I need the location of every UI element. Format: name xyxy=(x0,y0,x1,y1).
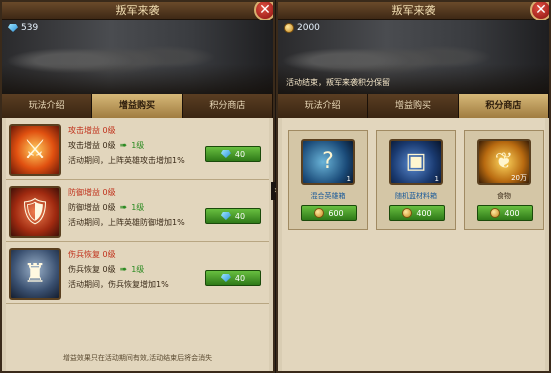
tab-boost-purchase[interactable]: 增益购买 xyxy=(368,94,459,118)
item-quantity: 20万 xyxy=(511,174,527,182)
close-button[interactable]: ✕ xyxy=(530,2,549,21)
arrow-right-icon: ➠ xyxy=(119,264,128,275)
boost-upgrade-line: 防御增益 0级 ➠ 1级 xyxy=(68,202,144,213)
tab-bar: 玩法介绍 增益购买 积分商店 xyxy=(2,94,273,118)
exchange-button[interactable]: 600 xyxy=(301,205,357,221)
boost-upgrade-line: 攻击增益 0级 ➠ 1级 xyxy=(68,140,144,151)
sword-icon: ⚔ xyxy=(9,124,61,176)
close-icon: ✕ xyxy=(259,2,271,18)
wheat-icon: ❦ 20万 xyxy=(477,139,531,185)
buy-button[interactable]: 40 xyxy=(205,208,261,224)
coin-icon xyxy=(402,208,413,218)
item-quantity: 1 xyxy=(346,175,351,183)
gem-icon xyxy=(220,212,231,220)
panel-title: 叛军来袭 xyxy=(2,2,273,20)
exchange-price: 400 xyxy=(504,208,520,218)
exchange-button[interactable]: 400 xyxy=(389,205,445,221)
boost-next: 1级 xyxy=(131,203,145,212)
coin-icon xyxy=(284,23,294,33)
shop-item-name: 食物 xyxy=(497,192,511,200)
event-banner: 539 xyxy=(2,20,273,94)
buy-button[interactable]: 40 xyxy=(205,146,261,162)
coin-icon xyxy=(314,208,325,218)
boost-list: ⚔ 攻击增益 0级 攻击增益 0级 ➠ 1级 活动期间，上阵英雄攻击增加1% 4… xyxy=(6,118,269,371)
arrow-right-icon: ➠ xyxy=(119,202,128,213)
boost-item-defense: 🛡 防御增益 0级 防御增益 0级 ➠ 1级 活动期间，上阵英雄防御增加1% 4… xyxy=(6,182,269,242)
buy-price: 40 xyxy=(234,211,246,221)
boost-upgrade-line: 伤兵恢复 0级 ➠ 1级 xyxy=(68,264,144,275)
gem-count: 539 xyxy=(21,23,39,33)
boost-item-attack: ⚔ 攻击增益 0级 攻击增益 0级 ➠ 1级 活动期间，上阵英雄攻击增加1% 4… xyxy=(6,120,269,180)
boost-name: 伤兵恢复 0级 xyxy=(68,250,116,259)
boost-current: 伤兵恢复 0级 xyxy=(68,265,116,274)
points-count: 2000 xyxy=(297,23,320,33)
gem-icon xyxy=(8,24,18,32)
exchange-price: 600 xyxy=(328,208,344,218)
buy-price: 40 xyxy=(234,273,246,283)
treasure-chest-icon: ▣ 1 xyxy=(389,139,443,185)
shop-item-name: 混合英雄箱 xyxy=(310,192,346,200)
tab-bar: 玩法介绍 增益购买 积分商店 xyxy=(278,94,549,118)
gem-icon xyxy=(220,150,231,158)
buy-price: 40 xyxy=(234,149,246,159)
close-icon: ✕ xyxy=(535,2,547,18)
points-balance: 2000 xyxy=(284,23,320,33)
boost-description: 活动期间，上阵英雄防御增加1% xyxy=(68,218,185,227)
tab-boost-purchase[interactable]: 增益购买 xyxy=(92,94,183,118)
shop-grid: ? 1 混合英雄箱 600 ▣ 1 随机蓝材料箱 400 ❦ 20万 食物 40… xyxy=(282,118,545,371)
gem-icon xyxy=(220,274,231,282)
close-button[interactable]: ✕ xyxy=(254,2,273,21)
event-notice: 活动结束，叛军来袭积分保留 xyxy=(286,78,390,87)
exchange-price: 400 xyxy=(416,208,432,218)
shop-item-name: 随机蓝材料箱 xyxy=(395,192,437,200)
boost-name: 攻击增益 0级 xyxy=(68,126,116,135)
boost-footer-note: 增益效果只在活动期间有效,活动结束后将会消失 xyxy=(62,354,213,362)
boost-name: 防御增益 0级 xyxy=(68,188,116,197)
shop-item-material-box[interactable]: ▣ 1 随机蓝材料箱 400 xyxy=(376,130,456,230)
mystery-box-icon: ? 1 xyxy=(301,139,355,185)
boost-current: 防御增益 0级 xyxy=(68,203,116,212)
tab-gameplay-intro[interactable]: 玩法介绍 xyxy=(2,94,93,118)
buy-button[interactable]: 40 xyxy=(205,270,261,286)
boost-item-heal: ♜ 伤兵恢复 0级 伤兵恢复 0级 ➠ 1级 活动期间，伤兵恢复增加1% 40 xyxy=(6,244,269,304)
item-quantity: 1 xyxy=(434,175,439,183)
panel-title: 叛军来袭 xyxy=(278,2,549,20)
boost-current: 攻击增益 0级 xyxy=(68,141,116,150)
boost-next: 1级 xyxy=(131,265,145,274)
arrow-right-icon: ➠ xyxy=(119,140,128,151)
boost-purchase-panel: 叛军来袭 ✕ 539 玩法介绍 增益购买 积分商店 ⚔ 攻击增益 0级 攻击增益… xyxy=(0,0,275,373)
tab-points-shop[interactable]: 积分商店 xyxy=(458,94,549,118)
shop-item-hero-box[interactable]: ? 1 混合英雄箱 600 xyxy=(288,130,368,230)
boost-next: 1级 xyxy=(131,141,145,150)
coin-icon xyxy=(490,208,501,218)
tab-gameplay-intro[interactable]: 玩法介绍 xyxy=(278,94,369,118)
gem-balance: 539 xyxy=(8,23,38,33)
exchange-button[interactable]: 400 xyxy=(477,205,533,221)
shop-item-food[interactable]: ❦ 20万 食物 400 xyxy=(464,130,544,230)
boost-description: 活动期间，伤兵恢复增加1% xyxy=(68,280,169,289)
shield-icon: 🛡 xyxy=(9,186,61,238)
knight-icon: ♜ xyxy=(9,248,61,300)
event-banner: 2000 活动结束，叛军来袭积分保留 xyxy=(278,20,549,94)
tab-points-shop[interactable]: 积分商店 xyxy=(182,94,273,118)
boost-description: 活动期间，上阵英雄攻击增加1% xyxy=(68,156,185,165)
points-shop-panel: 叛军来袭 ✕ 2000 活动结束，叛军来袭积分保留 玩法介绍 增益购买 积分商店… xyxy=(276,0,551,373)
